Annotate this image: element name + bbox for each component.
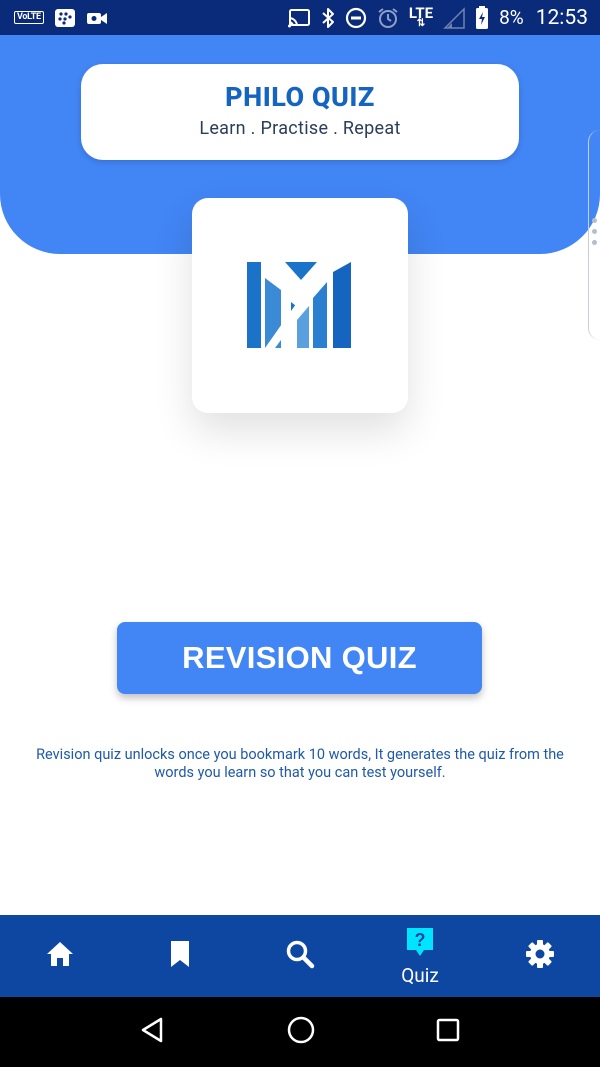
status-bar: VoLTE LTE ⇅ 8% 12:53 [0, 0, 600, 35]
bluetooth-icon [321, 7, 335, 29]
quiz-icon: ? [405, 926, 435, 962]
nav-item-bookmarks[interactable] [125, 915, 235, 997]
blackberry-icon [54, 8, 76, 28]
app-logo-icon [245, 258, 355, 354]
nav-item-quiz[interactable]: ? Quiz [365, 915, 475, 997]
battery-icon [475, 5, 489, 30]
gear-icon [525, 939, 555, 973]
nav-item-home[interactable] [5, 915, 115, 997]
app-subtitle: Learn . Practise . Repeat [199, 118, 401, 139]
logo-card [192, 198, 408, 413]
bookmark-icon [168, 939, 192, 973]
lte-icon: LTE ⇅ [408, 4, 434, 29]
nav-label-quiz: Quiz [401, 963, 439, 987]
bottom-navigation: ? Quiz [0, 915, 600, 997]
system-navigation-bar [0, 997, 600, 1067]
revision-info-text: Revision quiz unlocks once you bookmark … [36, 746, 564, 781]
do-not-disturb-icon [345, 7, 367, 29]
video-camera-icon [86, 10, 108, 26]
app-title: PHILO QUIZ [225, 81, 375, 113]
alarm-icon [377, 7, 399, 29]
svg-text:?: ? [415, 930, 426, 950]
back-icon[interactable] [139, 1016, 167, 1048]
nav-item-search[interactable] [245, 915, 355, 997]
volte-icon: VoLTE [14, 11, 44, 24]
nav-item-settings[interactable] [485, 915, 595, 997]
home-circle-icon[interactable] [286, 1015, 316, 1049]
home-icon [45, 940, 75, 972]
cast-icon [287, 8, 311, 28]
recents-icon[interactable] [435, 1017, 461, 1047]
battery-percent: 8% [499, 6, 524, 29]
signal-icon [443, 6, 465, 29]
clock: 12:53 [535, 5, 588, 30]
title-card: PHILO QUIZ Learn . Practise . Repeat [81, 64, 519, 160]
search-icon [285, 939, 315, 973]
edge-handle-dots [592, 218, 597, 245]
revision-quiz-button[interactable]: REVISION QUIZ [117, 622, 482, 694]
